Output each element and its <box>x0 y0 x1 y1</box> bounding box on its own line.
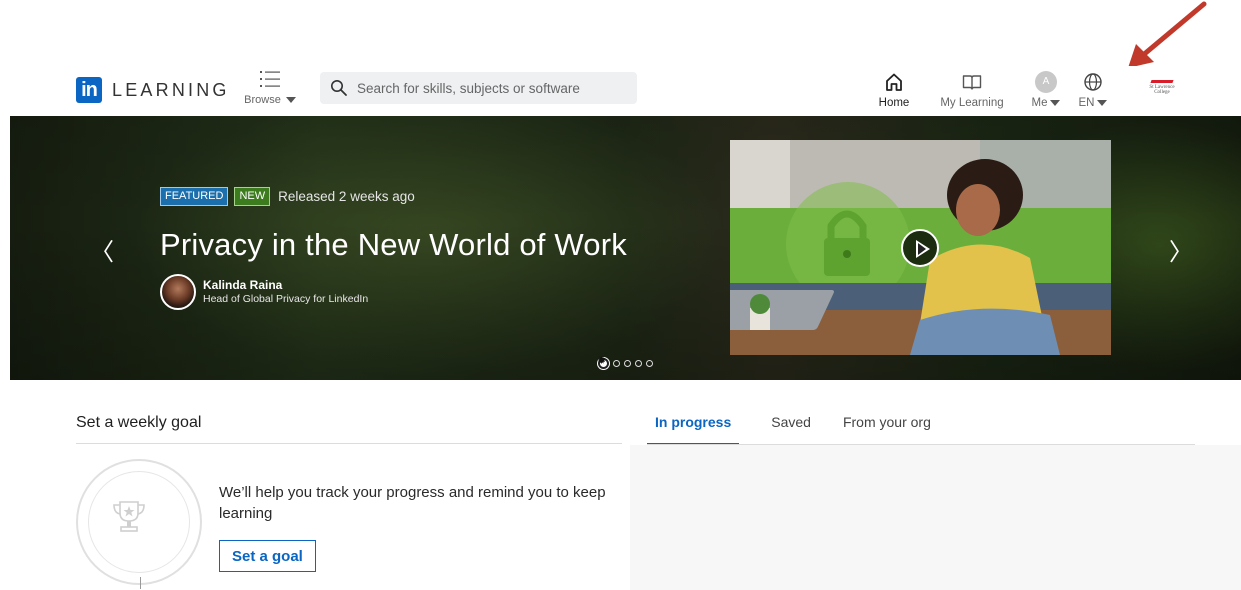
tab-panel <box>630 445 1241 590</box>
nav-me-label: Me <box>1031 97 1048 109</box>
divider <box>76 443 622 444</box>
top-header: in LEARNING Browse Home My Learning <box>0 66 1241 118</box>
author-avatar <box>160 274 196 310</box>
learning-tabs: In progress Saved From your org <box>647 414 963 445</box>
search-input[interactable] <box>357 80 627 96</box>
nav-my-learning[interactable]: My Learning <box>936 68 1008 116</box>
carousel-dot-4[interactable] <box>635 360 642 367</box>
author-role: Head of Global Privacy for LinkedIn <box>203 293 369 305</box>
home-icon <box>886 73 902 91</box>
linkedin-logo-icon: in <box>76 77 102 103</box>
featured-badge: FEATURED <box>160 187 229 206</box>
search-bar[interactable] <box>320 72 637 104</box>
course-thumbnail[interactable] <box>730 140 1111 355</box>
goal-description: We’ll help you track your progress and r… <box>219 484 606 522</box>
nav-language-label: EN <box>1078 97 1095 109</box>
globe-icon <box>1084 73 1102 91</box>
nav-home-label: Home <box>878 97 910 109</box>
new-badge: NEW <box>234 187 271 206</box>
avatar: A <box>1035 71 1057 93</box>
carousel-prev-button[interactable]: 〈 <box>90 232 114 267</box>
course-title[interactable]: Privacy in the New World of Work <box>160 227 627 263</box>
play-icon[interactable] <box>901 229 939 267</box>
search-icon <box>331 80 347 96</box>
nav-me-menu[interactable]: A Me <box>1026 68 1066 116</box>
tab-in-progress[interactable]: In progress <box>647 414 740 445</box>
weekly-goal-heading: Set a weekly goal <box>76 414 202 431</box>
book-icon <box>962 75 982 90</box>
nav-language-menu[interactable]: EN <box>1072 68 1114 116</box>
nav-my-learning-label: My Learning <box>940 97 1004 109</box>
org-logo[interactable]: St Lawrence College <box>1143 80 1181 102</box>
caret-down-icon <box>1097 100 1108 106</box>
goal-progress-ring <box>76 459 202 589</box>
tab-saved[interactable]: Saved <box>771 414 811 445</box>
hero-badges: FEATURED NEW Released 2 weeks ago <box>160 187 415 206</box>
released-date: Released 2 weeks ago <box>278 189 415 204</box>
tab-from-your-org[interactable]: From your org <box>843 414 931 445</box>
list-icon <box>260 71 280 87</box>
nav-home[interactable]: Home <box>873 68 915 118</box>
carousel-next-button[interactable]: 〉 <box>1169 232 1193 267</box>
carousel-dot-1[interactable] <box>597 354 609 369</box>
org-logo-text: St Lawrence College <box>1149 85 1175 95</box>
browse-label: Browse <box>244 94 281 106</box>
featured-hero-carousel: 〈 FEATURED NEW Released 2 weeks ago Priv… <box>10 116 1241 380</box>
course-author[interactable]: Kalinda Raina Head of Global Privacy for… <box>160 274 368 310</box>
logo-text: LEARNING <box>112 79 230 100</box>
linkedin-learning-logo[interactable]: in LEARNING <box>76 76 230 104</box>
carousel-dot-3[interactable] <box>624 360 631 367</box>
author-name: Kalinda Raina <box>203 278 283 292</box>
browse-menu-button[interactable]: Browse <box>240 68 300 112</box>
set-goal-button[interactable]: Set a goal <box>219 540 316 572</box>
trophy-icon <box>113 501 145 532</box>
carousel-dots <box>597 354 653 369</box>
annotation-arrow <box>1128 1 1207 68</box>
caret-down-icon <box>285 97 296 103</box>
carousel-dot-2[interactable] <box>613 360 620 367</box>
carousel-dot-5[interactable] <box>646 360 653 367</box>
caret-down-icon <box>1050 100 1061 106</box>
